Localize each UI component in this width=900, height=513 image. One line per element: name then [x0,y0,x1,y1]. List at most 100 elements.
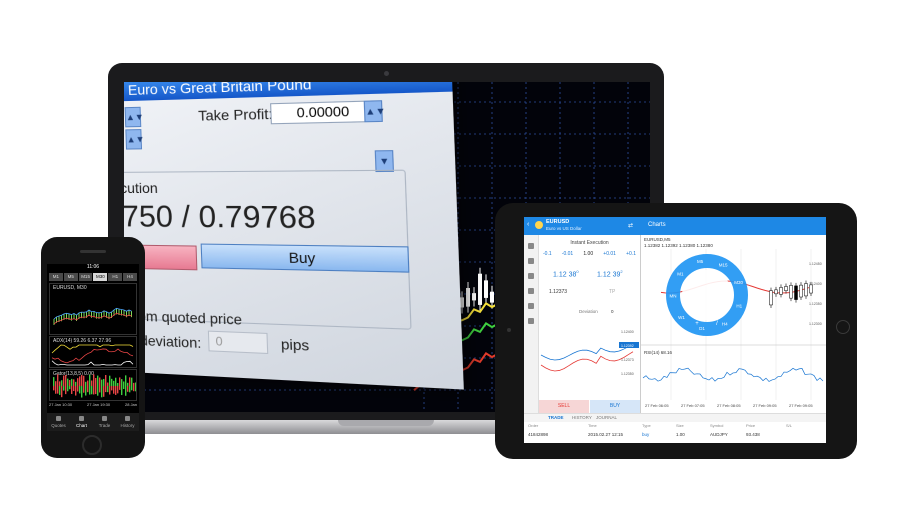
gator-bar-down [67,386,69,392]
gator-bar-down [73,386,75,392]
gator-bar-up [77,378,79,386]
deviation-label: Deviation [579,309,598,314]
x-axis-label: 27 Feb 09:05 [753,403,777,408]
phone-home-button[interactable] [82,435,102,455]
timeframe-m1[interactable]: M1 [49,273,63,281]
gator-bar-up [113,380,115,386]
volume-step[interactable]: +0.1 [626,251,636,257]
settings-icon[interactable] [528,303,534,309]
gator-bar-up [111,378,113,386]
spin-button[interactable]: ▲▼ [124,106,144,128]
deviation-input[interactable]: 0 [207,330,269,355]
spin-button-2[interactable]: ▲▼ [125,129,145,150]
sell-button[interactable]: SELL [539,400,589,413]
gator-bar-down [79,386,81,394]
gator-bar-up [115,377,117,386]
tp-label[interactable]: TP [609,289,615,295]
gator-bar-down [61,386,63,398]
tab-trade[interactable]: TRADE [548,415,564,420]
take-profit-input[interactable]: 0.00000 [270,100,374,125]
tab-history[interactable]: HISTORY [572,415,592,420]
wheel-timeframe-m15[interactable]: M15 [719,263,728,268]
quote-price: 750 / 0.79768 [124,200,317,236]
volume-steps: -0.1 -0.01 1.00 +0.01 +0.1 [543,251,636,257]
laptop-notch [338,420,434,426]
tablet-candle [799,284,803,298]
bid-price: 1.12 380 [553,269,579,279]
gator-bar-up [125,375,127,386]
wheel-timeframe-mn[interactable]: MN [670,293,677,298]
crosshair-icon[interactable]: + [695,321,699,327]
tablet-home-button[interactable] [836,320,850,334]
gator-bar-down [81,386,83,398]
tablet-symbol-desc: Euro vs US Dollar [546,226,582,231]
trade-icon[interactable] [528,273,534,279]
timeframe-m30[interactable]: M30 [93,273,108,281]
timeframe-h1[interactable]: H1 [108,273,123,281]
gator-bar-up [121,379,123,386]
wheel-timeframe-d1[interactable]: D1 [699,326,705,331]
wheel-timeframe-h1[interactable]: H1 [736,303,742,308]
volume-step[interactable]: -0.01 [562,251,573,257]
wheel-timeframe-m30[interactable]: M30 [734,280,743,285]
nav-history[interactable]: History [116,413,139,431]
tablet-candle [769,290,773,306]
gator-bar-up [109,375,111,386]
buy-button[interactable]: BUY [590,400,640,413]
nav-quotes[interactable]: Quotes [47,413,70,431]
tab-journal[interactable]: JOURNAL [596,415,617,420]
gator-bar-down [113,386,115,394]
gator-bar-down [57,386,59,394]
gator-bar-down [93,386,95,395]
timeframe-m15[interactable]: M15 [78,273,93,281]
gator-bar-up [55,381,57,386]
tablet-candle [794,285,798,300]
sort-icon[interactable]: ⇄ [628,222,633,229]
gator-bar-up [101,379,103,386]
gator-bar-down [121,386,123,396]
phone-speaker [80,250,106,253]
volume-step[interactable]: -0.1 [543,251,552,257]
sl-value[interactable]: 1.12373 [549,289,567,295]
alert-icon[interactable] [528,318,534,324]
candle [484,280,488,298]
gator-bar-up [103,378,105,386]
nav-trade[interactable]: Trade [93,413,116,431]
mini-price-label: 1.12400 [621,330,634,334]
gator-bar-down [115,386,117,395]
wheel-timeframe-h4[interactable]: H4 [722,321,728,326]
tablet-top-bar: ‹ EURUSD Euro vs US Dollar ⇄ Charts [524,217,826,235]
order-dialog-title: Euro vs Great Britain Pound [124,82,453,102]
buy-button[interactable]: Buy [200,243,410,273]
x-axis-label: 27 Feb 09:05 [789,403,813,408]
phone-date-axis: 27 Jan 10:30 27 Jan 19:30 28 Jan [49,402,137,410]
gator-bar-down [107,386,109,393]
table-cell: 2015.02.27 12:15 [588,432,624,437]
table-cell: 93.438 [746,432,760,437]
nav-chart[interactable]: Chart [70,413,93,431]
gator-bar-down [59,386,61,395]
chat-icon[interactable] [528,288,534,294]
chart-icon[interactable] [528,258,534,264]
trade-table-row[interactable]: 41842898 2015.02.27 12:15 buy 1.00 AUDJPY 93.… [524,431,826,439]
timeframe-m5[interactable]: M5 [63,273,78,281]
phone-status-time: 11:06 [47,264,139,271]
take-profit-spin[interactable]: ▲▼ [363,100,386,123]
table-header-cell: S/L [786,423,793,428]
gator-bar-up [57,374,59,386]
quotes-icon[interactable] [528,243,534,249]
table-cell: AUDJPY [710,432,728,437]
timeframe-h4[interactable]: H4 [123,273,137,281]
tablet-candle [779,287,783,295]
volume-step[interactable]: +0.01 [603,251,616,257]
volume-step[interactable]: 1.00 [583,251,593,257]
mini-price-label: 1.12392 [621,344,634,348]
deviation-value[interactable]: 0 [611,309,614,314]
gator-bar-up [75,381,77,386]
price-scale-label: 1.12400 [809,282,822,286]
wheel-timeframe-w1[interactable]: W1 [678,315,685,320]
tablet-symbol: EURUSD [546,219,570,225]
back-arrow-icon[interactable]: ‹ [527,221,529,228]
wheel-timeframe-m5[interactable]: M5 [697,259,704,264]
wheel-timeframe-m1[interactable]: M1 [677,271,684,276]
